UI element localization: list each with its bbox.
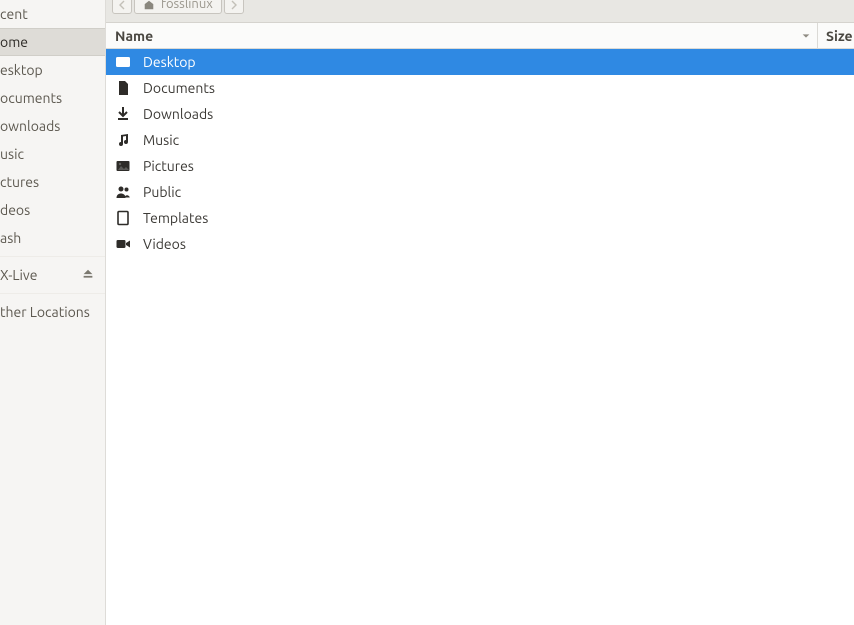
- eject-icon[interactable]: [81, 268, 95, 282]
- file-list[interactable]: Desktop Documents Downloads Music Pictures Pu…: [106, 49, 854, 625]
- file-name: Downloads: [143, 106, 213, 122]
- sort-indicator-icon: [801, 31, 811, 41]
- nav-back-button[interactable]: [112, 0, 132, 14]
- nav-forward-button[interactable]: [224, 0, 244, 14]
- sidebar-item-recent[interactable]: cent: [0, 0, 105, 28]
- sidebar-item-music[interactable]: usic: [0, 140, 105, 168]
- people-icon: [115, 184, 131, 200]
- main-pane: fosslinux Name Size Desktop Documents Down…: [106, 0, 854, 625]
- sidebar-item-home[interactable]: ome: [0, 28, 105, 56]
- sidebar-item-desktop[interactable]: esktop: [0, 56, 105, 84]
- places-sidebar: cent ome esktop ocuments ownloads usic c…: [0, 0, 106, 625]
- file-name: Public: [143, 184, 181, 200]
- list-item[interactable]: Templates: [106, 205, 854, 231]
- column-header-name[interactable]: Name: [106, 28, 817, 44]
- list-item[interactable]: Videos: [106, 231, 854, 257]
- file-name: Templates: [143, 210, 208, 226]
- list-item[interactable]: Pictures: [106, 153, 854, 179]
- music-icon: [115, 132, 131, 148]
- location-label: fosslinux: [161, 0, 213, 11]
- file-name: Documents: [143, 80, 215, 96]
- path-bar: fosslinux: [106, 0, 854, 23]
- file-name: Pictures: [143, 158, 194, 174]
- sidebar-item-other-locations[interactable]: ther Locations: [0, 298, 105, 326]
- folder-desktop-icon: [115, 54, 131, 70]
- list-item[interactable]: Music: [106, 127, 854, 153]
- file-name: Music: [143, 132, 179, 148]
- sidebar-item-trash[interactable]: ash: [0, 224, 105, 252]
- location-home-button[interactable]: fosslinux: [134, 0, 222, 14]
- template-icon: [115, 210, 131, 226]
- column-header-size[interactable]: Size: [818, 28, 854, 44]
- list-item[interactable]: Public: [106, 179, 854, 205]
- file-name: Desktop: [143, 54, 196, 70]
- video-icon: [115, 236, 131, 252]
- list-item[interactable]: Documents: [106, 75, 854, 101]
- sidebar-mount-mxlive[interactable]: X-Live: [0, 261, 105, 289]
- picture-icon: [115, 158, 131, 174]
- sidebar-item-documents[interactable]: ocuments: [0, 84, 105, 112]
- doc-icon: [115, 80, 131, 96]
- home-icon: [143, 0, 155, 11]
- sidebar-item-downloads[interactable]: ownloads: [0, 112, 105, 140]
- sidebar-item-pictures[interactable]: ctures: [0, 168, 105, 196]
- sidebar-item-videos[interactable]: deos: [0, 196, 105, 224]
- list-item[interactable]: Desktop: [106, 49, 854, 75]
- list-item[interactable]: Downloads: [106, 101, 854, 127]
- download-icon: [115, 106, 131, 122]
- file-name: Videos: [143, 236, 186, 252]
- column-header: Name Size: [106, 23, 854, 49]
